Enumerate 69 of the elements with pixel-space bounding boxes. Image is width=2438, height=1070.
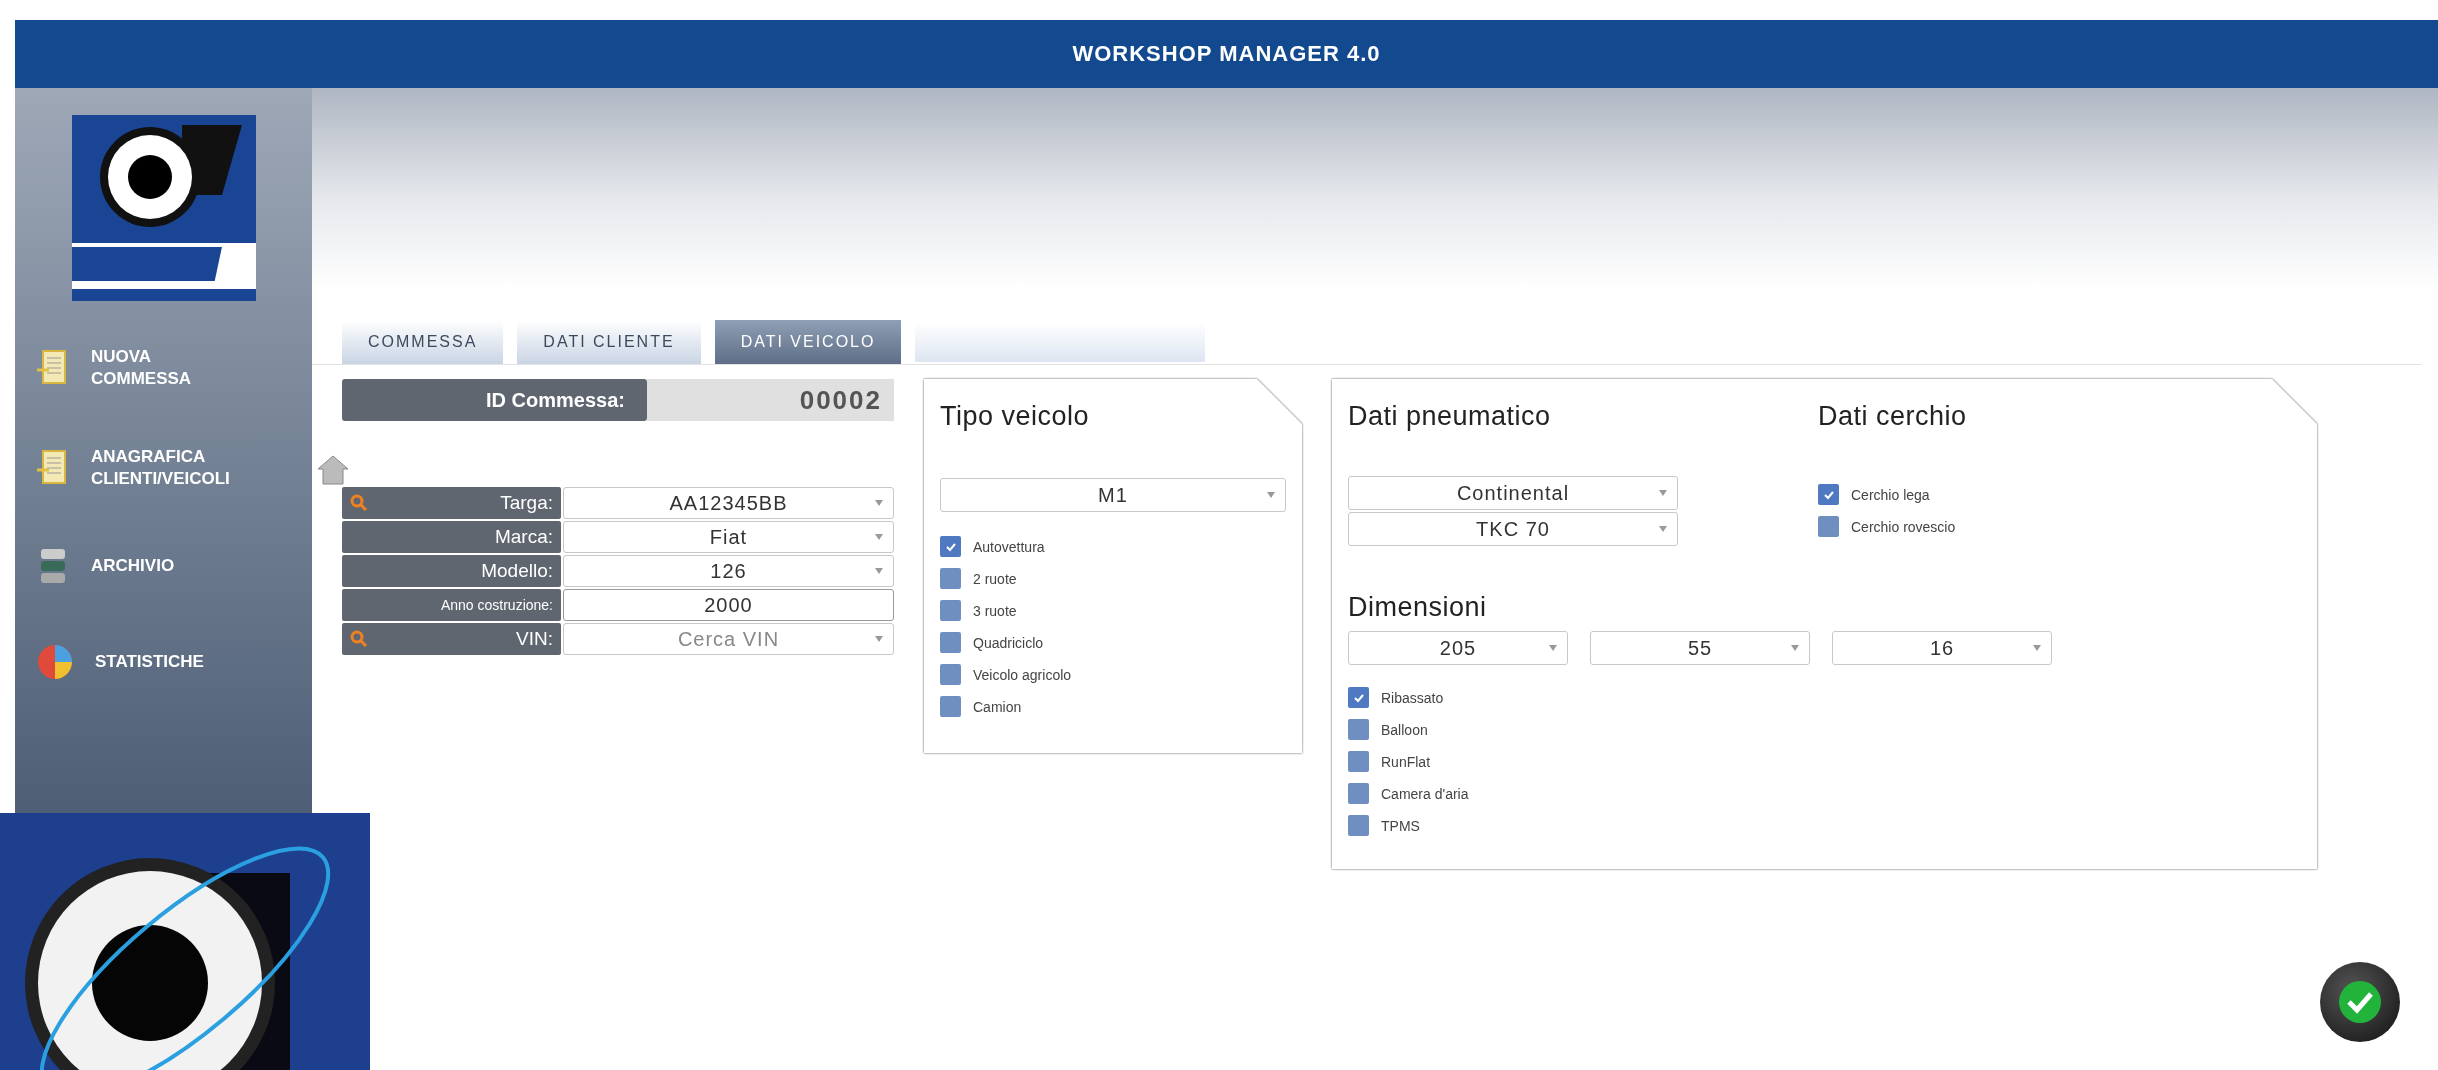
field-label: VIN: — [342, 623, 561, 655]
checkbox[interactable] — [1348, 783, 1369, 804]
field-label: ID Commessa: — [342, 379, 647, 421]
app-title: WORKSHOP MANAGER 4.0 — [1072, 41, 1381, 67]
panel-title: Dati pneumatico — [1348, 401, 1552, 432]
checkbox-option[interactable]: Balloon — [1348, 719, 2301, 740]
checkbox[interactable] — [940, 568, 961, 589]
dropdown[interactable]: M1 — [940, 478, 1286, 512]
checkbox[interactable] — [940, 664, 961, 685]
dropdown[interactable]: 16 — [1832, 631, 2052, 665]
sidebar-item[interactable]: ANAGRAFICA CLIENTI/VEICOLI — [35, 446, 312, 491]
caret-icon — [1267, 492, 1275, 498]
caret-icon — [875, 636, 883, 642]
checkbox-option[interactable]: 3 ruote — [940, 600, 1286, 621]
checkbox-option[interactable]: Cerchio rovescio — [1818, 516, 1967, 537]
field-label: Anno costruzione: — [342, 589, 561, 621]
caret-icon — [1659, 526, 1667, 532]
dropdown[interactable]: 205 — [1348, 631, 1568, 665]
field-label: Targa: — [342, 487, 561, 519]
checkbox-option[interactable]: Autovettura — [940, 536, 1286, 557]
field-label: Modello: — [342, 555, 561, 587]
caret-icon — [875, 500, 883, 506]
caret-icon — [1549, 645, 1557, 651]
dropdown[interactable]: 126 — [563, 555, 894, 587]
caret-icon — [1659, 490, 1667, 496]
checkbox-option[interactable]: Ribassato — [1348, 687, 2301, 708]
panel-title: Tipo veicolo — [940, 401, 1091, 432]
checkbox-option[interactable]: 2 ruote — [940, 568, 1286, 589]
search-icon[interactable] — [350, 494, 368, 512]
checkbox[interactable] — [1348, 687, 1369, 708]
caret-icon — [875, 568, 883, 574]
checkbox[interactable] — [1818, 516, 1839, 537]
caret-icon — [1791, 645, 1799, 651]
dropdown[interactable]: Fiat — [563, 521, 894, 553]
checkbox-option[interactable]: Camion — [940, 696, 1286, 717]
checkbox[interactable] — [1348, 751, 1369, 772]
search-icon[interactable] — [350, 630, 368, 648]
caret-icon — [2033, 645, 2041, 651]
tab[interactable]: DATI VEICOLO — [714, 320, 902, 364]
sidebar-item[interactable]: STATISTICHE — [35, 642, 312, 683]
section-title: Dimensioni — [1348, 592, 1488, 623]
check-icon — [2337, 979, 2383, 1025]
field-label: Marca: — [342, 521, 561, 553]
dropdown[interactable]: Continental — [1348, 476, 1678, 510]
home-icon[interactable] — [316, 453, 350, 487]
checkbox[interactable] — [1348, 815, 1369, 836]
tab[interactable]: DATI CLIENTE — [517, 320, 701, 364]
dropdown[interactable]: AA12345BB — [563, 487, 894, 519]
dropdown[interactable]: TKC 70 — [1348, 512, 1678, 546]
input-field[interactable]: 2000 — [563, 589, 894, 621]
checkbox-option[interactable]: Quadriciclo — [940, 632, 1286, 653]
checkbox[interactable] — [940, 600, 961, 621]
checkbox[interactable] — [940, 632, 961, 653]
checkbox-option[interactable]: Cerchio lega — [1818, 484, 1967, 505]
checkbox[interactable] — [1818, 484, 1839, 505]
sidebar-item[interactable]: ARCHIVIO — [35, 546, 312, 587]
checkbox[interactable] — [940, 696, 961, 717]
checkbox-option[interactable]: Camera d'aria — [1348, 783, 2301, 804]
tab[interactable]: COMMESSA — [342, 320, 504, 364]
checkbox[interactable] — [940, 536, 961, 557]
order-id-value: 00002 — [647, 379, 894, 421]
checkbox-option[interactable]: TPMS — [1348, 815, 2301, 836]
dropdown[interactable]: Cerca VIN — [563, 623, 894, 655]
checkbox[interactable] — [1348, 719, 1369, 740]
caret-icon — [875, 534, 883, 540]
checkbox-option[interactable]: RunFlat — [1348, 751, 2301, 772]
panel-title: Dati cerchio — [1818, 401, 1967, 432]
checkbox-option[interactable]: Veicolo agricolo — [940, 664, 1286, 685]
dropdown[interactable]: 55 — [1590, 631, 1810, 665]
